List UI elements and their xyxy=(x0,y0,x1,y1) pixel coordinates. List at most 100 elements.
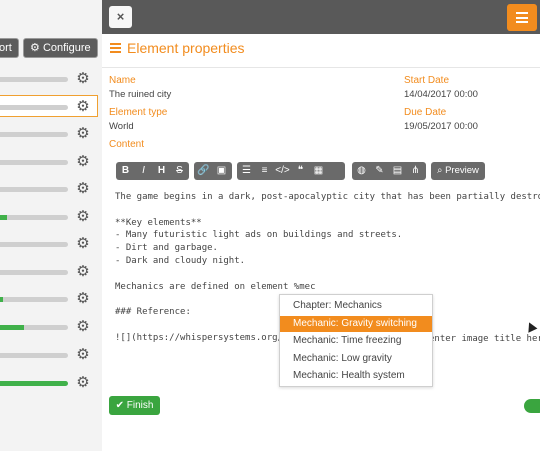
format-group: B I H S xyxy=(116,162,189,180)
modal-top-bar: × xyxy=(102,0,540,34)
finish-label: Finish xyxy=(126,400,154,411)
gear-icon[interactable]: ⚙ xyxy=(75,319,91,335)
gear-icon[interactable]: ⚙ xyxy=(75,236,91,252)
due-date-label: Due Date xyxy=(404,107,447,118)
progress-bar xyxy=(0,325,68,330)
editor-line: The game begins in a dark, post-apocalyp… xyxy=(115,192,540,202)
progress-fill xyxy=(0,325,24,330)
export-button[interactable]: ort xyxy=(0,38,19,58)
background-row[interactable]: ⚙ xyxy=(0,95,98,117)
hamburger-icon xyxy=(516,12,528,23)
gear-icon[interactable]: ⚙ xyxy=(75,347,91,363)
gear-icon[interactable]: ⚙ xyxy=(75,375,91,391)
background-row[interactable]: ⚙ xyxy=(0,151,98,173)
name-value[interactable]: The ruined city xyxy=(109,89,171,100)
editor-line: - Dirt and garbage. xyxy=(115,243,218,254)
background-row[interactable]: ⚙ xyxy=(0,316,98,338)
background-row[interactable]: ⚙ xyxy=(0,288,98,310)
preview-label: Preview xyxy=(445,165,479,176)
progress-bar xyxy=(0,270,68,275)
toggle-switch[interactable] xyxy=(524,399,540,413)
element-group: ◍ ✎ ▤ ⋔ xyxy=(352,162,426,180)
autocomplete-item[interactable]: Mechanic: Health system xyxy=(280,368,432,384)
progress-bar xyxy=(0,105,68,110)
finish-button[interactable]: ✔ Finish xyxy=(109,396,160,415)
heading-button[interactable]: H xyxy=(153,162,170,180)
element-properties-modal: × Element properties Name The ruined cit… xyxy=(102,0,540,451)
autocomplete-item[interactable]: Mechanic: Time freezing xyxy=(280,333,432,349)
insert-group: 🔗 ▣ xyxy=(194,162,232,180)
gear-icon[interactable]: ⚙ xyxy=(75,181,91,197)
progress-bar xyxy=(0,187,68,192)
start-date-label: Start Date xyxy=(404,75,450,86)
gear-icon[interactable]: ⚙ xyxy=(75,71,91,87)
background-row[interactable]: ⚙ xyxy=(0,344,98,366)
gear-icon[interactable]: ⚙ xyxy=(75,291,91,307)
background-element-list: ort ⚙ Configure ⚙ ⚙ ⚙ ⚙ ⚙ ⚙ ⚙ ⚙ ⚙ ⚙ ⚙ ⚙ xyxy=(0,0,102,451)
link-icon[interactable]: 🔗 xyxy=(195,162,212,180)
editor-line: ### Reference: xyxy=(115,307,191,318)
autocomplete-item[interactable]: Mechanic: Gravity switching xyxy=(280,315,432,332)
list-icon xyxy=(110,43,121,53)
search-icon: ⌕ xyxy=(437,165,443,176)
title-divider xyxy=(102,67,540,68)
image-icon[interactable]: ▣ xyxy=(213,162,230,180)
background-row[interactable]: ⚙ xyxy=(0,261,98,283)
globe-icon[interactable]: ◍ xyxy=(353,162,370,180)
code-icon[interactable]: </> xyxy=(274,162,291,180)
editor-line: - Dark and cloudy night. xyxy=(115,256,246,266)
background-row[interactable]: ⚙ xyxy=(0,178,98,200)
paperclip-icon[interactable]: ✎ xyxy=(371,162,388,180)
hierarchy-icon[interactable]: ⋔ xyxy=(407,162,424,180)
progress-fill xyxy=(0,297,4,302)
editor-line: ![](https://whispersystems.org/bl xyxy=(115,332,294,343)
progress-bar xyxy=(0,77,68,82)
check-icon: ✔ xyxy=(115,400,124,411)
export-label: ort xyxy=(0,42,12,54)
autocomplete-dropdown: Chapter: Mechanics Mechanic: Gravity swit… xyxy=(279,294,433,387)
configure-button[interactable]: ⚙ Configure xyxy=(23,38,98,58)
editor-line: **Key elements** xyxy=(115,217,202,228)
preview-button[interactable]: ⌕ Preview xyxy=(431,162,485,180)
progress-bar xyxy=(0,132,68,137)
quote-icon[interactable]: ❝ xyxy=(292,162,309,180)
background-row[interactable]: ⚙ xyxy=(0,206,98,228)
background-row[interactable]: ⚙ xyxy=(0,233,98,255)
progress-fill xyxy=(0,381,68,386)
gear-icon[interactable]: ⚙ xyxy=(75,209,91,225)
autocomplete-item[interactable]: Chapter: Mechanics xyxy=(280,298,432,314)
table-icon[interactable]: ▦ xyxy=(310,162,327,180)
numbered-list-icon[interactable]: ≡ xyxy=(256,162,273,180)
editor-line: Mechanics are defined on element %mec xyxy=(115,281,316,292)
menu-button[interactable] xyxy=(507,4,537,31)
close-button[interactable]: × xyxy=(109,6,132,28)
bullet-list-icon[interactable]: ☰ xyxy=(238,162,255,180)
autocomplete-item[interactable]: Mechanic: Low gravity xyxy=(280,351,432,367)
gear-icon[interactable]: ⚙ xyxy=(75,154,91,170)
gear-icon[interactable]: ⚙ xyxy=(75,126,91,142)
name-label: Name xyxy=(109,75,136,86)
progress-fill xyxy=(0,215,7,220)
editor-line-fragment: enter image title here xyxy=(429,334,540,344)
element-type-value[interactable]: World xyxy=(109,121,134,132)
modal-title: Element properties xyxy=(127,40,245,56)
gear-icon[interactable]: ⚙ xyxy=(75,99,91,115)
editor-line: - Many futuristic light ads on buildings… xyxy=(115,230,403,241)
element-type-label: Element type xyxy=(109,107,168,118)
due-date-value[interactable]: 19/05/2017 00:00 xyxy=(404,121,478,132)
bold-button[interactable]: B xyxy=(117,162,134,180)
card-icon[interactable]: ▤ xyxy=(389,162,406,180)
background-row[interactable]: ⚙ xyxy=(0,68,98,90)
content-label: Content xyxy=(109,139,145,150)
background-row[interactable]: ⚙ xyxy=(0,123,98,145)
background-row[interactable]: ⚙ xyxy=(0,372,98,394)
gear-icon[interactable]: ⚙ xyxy=(75,264,91,280)
gears-icon: ⚙ xyxy=(30,42,40,54)
progress-bar xyxy=(0,160,68,165)
progress-bar xyxy=(0,242,68,247)
start-date-value[interactable]: 14/04/2017 00:00 xyxy=(404,89,478,100)
progress-bar xyxy=(0,381,68,386)
italic-button[interactable]: I xyxy=(135,162,152,180)
strikethrough-button[interactable]: S xyxy=(171,162,188,180)
block-group: ☰ ≡ </> ❝ ▦ xyxy=(237,162,345,180)
